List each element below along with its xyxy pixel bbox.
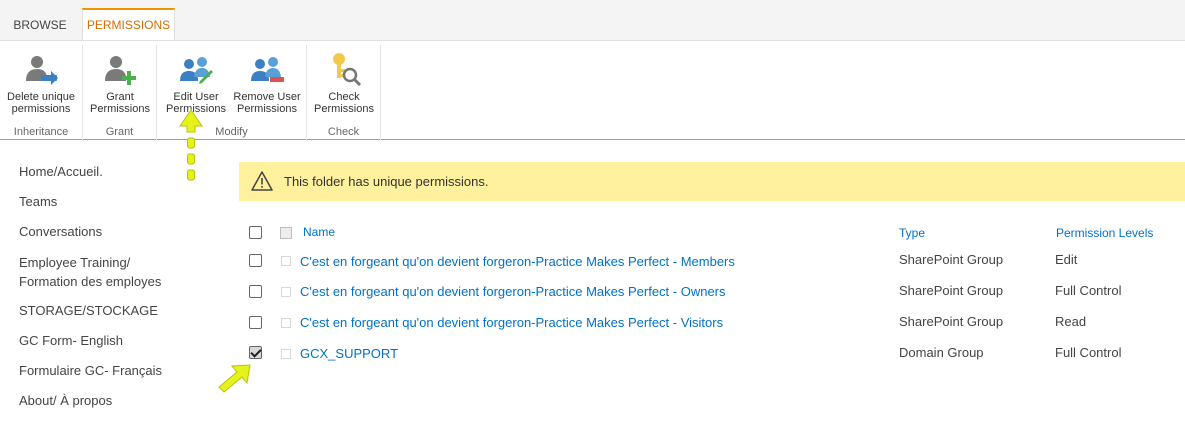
column-header-type[interactable]: Type [899,226,925,240]
tab-browse[interactable]: BROWSE [0,10,80,40]
row-type: SharePoint Group [899,283,1004,298]
edit-user-permissions-icon [180,57,213,84]
edit-user-permissions-button[interactable]: Edit User Permissions [162,51,230,115]
row-checkbox[interactable] [249,285,262,298]
row-checkbox[interactable] [249,346,262,359]
table-row[interactable]: C'est en forgeant qu'on devient forgeron… [239,281,1185,311]
ribbon-group-grant: Grant Permissions Grant [83,45,157,141]
grant-permissions-line2: Permissions [90,103,150,115]
row-type: SharePoint Group [899,314,1004,329]
grant-permissions-icon [105,56,136,85]
row-name-link[interactable]: C'est en forgeant qu'on devient forgeron… [300,254,735,269]
quick-launch-nav: Home/Accueil. Teams Conversations Employ… [19,163,219,422]
warning-icon [251,171,273,191]
delete-unique-permissions-button[interactable]: Delete unique permissions [2,51,80,115]
row-name-link[interactable]: GCX_SUPPORT [300,346,398,361]
row-type: Domain Group [899,345,984,360]
remove-user-permissions-button[interactable]: Remove User Permissions [230,51,304,115]
ribbon-group-label-check: Check [327,126,360,138]
nav-item-storage[interactable]: STORAGE/STOCKAGE [19,302,219,320]
row-item-checkbox[interactable] [281,287,291,297]
tab-permissions[interactable]: PERMISSIONS [82,8,175,41]
row-checkbox[interactable] [249,254,262,267]
remove-user-permissions-line1: Remove User [233,91,301,103]
table-row[interactable]: GCX_SUPPORT Domain Group Full Control [239,343,1185,373]
nav-item-gc-form-english[interactable]: GC Form- English [19,332,219,350]
nav-item-conversations[interactable]: Conversations [19,223,219,241]
delete-permissions-icon [26,56,58,85]
column-header-name[interactable]: Name [303,225,335,239]
table-header-row: Name Type Permission Levels [239,218,1185,248]
header-item-checkbox[interactable] [280,227,292,239]
banner-text: This folder has unique permissions. [284,174,489,189]
annotation-arrow-up-icon [179,109,203,181]
ribbon-tab-bar: BROWSE PERMISSIONS [0,0,1185,41]
ribbon-group-label-inheritance: Inheritance [13,126,69,138]
row-item-checkbox[interactable] [281,349,291,359]
select-all-checkbox[interactable] [249,226,262,239]
check-permissions-button[interactable]: Check Permissions [310,51,378,115]
row-name-link[interactable]: C'est en forgeant qu'on devient forgeron… [300,284,726,299]
check-permissions-icon [333,53,362,87]
edit-user-permissions-line1: Edit User [173,91,219,103]
row-permission: Full Control [1055,345,1122,360]
remove-user-permissions-icon [251,57,284,82]
row-permission: Read [1055,314,1087,329]
delete-unique-permissions-line2: permissions [11,103,71,115]
table-row[interactable]: C'est en forgeant qu'on devient forgeron… [239,312,1185,342]
delete-unique-permissions-line1: Delete unique [7,91,75,103]
remove-user-permissions-line2: Permissions [237,103,297,115]
grant-permissions-line1: Grant [106,91,134,103]
nav-item-about[interactable]: About/ À propos [19,392,219,410]
nav-item-teams[interactable]: Teams [19,193,219,211]
row-permission: Edit [1055,252,1078,267]
unique-permissions-banner: This folder has unique permissions. [239,162,1185,201]
grant-permissions-button[interactable]: Grant Permissions [86,51,154,115]
row-type: SharePoint Group [899,252,1004,267]
row-item-checkbox[interactable] [281,256,291,266]
annotation-arrow-diagonal-icon [218,364,251,393]
row-item-checkbox[interactable] [281,318,291,328]
ribbon-group-inheritance: Delete unique permissions Inheritance [0,45,83,141]
nav-item-formulaire-gc-francais[interactable]: Formulaire GC- Français [19,362,219,380]
column-header-permission-levels[interactable]: Permission Levels [1056,226,1153,240]
row-permission: Full Control [1055,283,1122,298]
row-name-link[interactable]: C'est en forgeant qu'on devient forgeron… [300,315,723,330]
check-permissions-line2: Permissions [314,103,374,115]
nav-item-employee-training[interactable]: Employee Training/ Formation des employe… [19,253,189,291]
row-checkbox[interactable] [249,316,262,329]
ribbon-group-label-grant: Grant [105,126,134,138]
ribbon-group-check: Check Permissions Check [307,45,381,141]
check-permissions-line1: Check [328,91,360,103]
table-row[interactable]: C'est en forgeant qu'on devient forgeron… [239,250,1185,280]
